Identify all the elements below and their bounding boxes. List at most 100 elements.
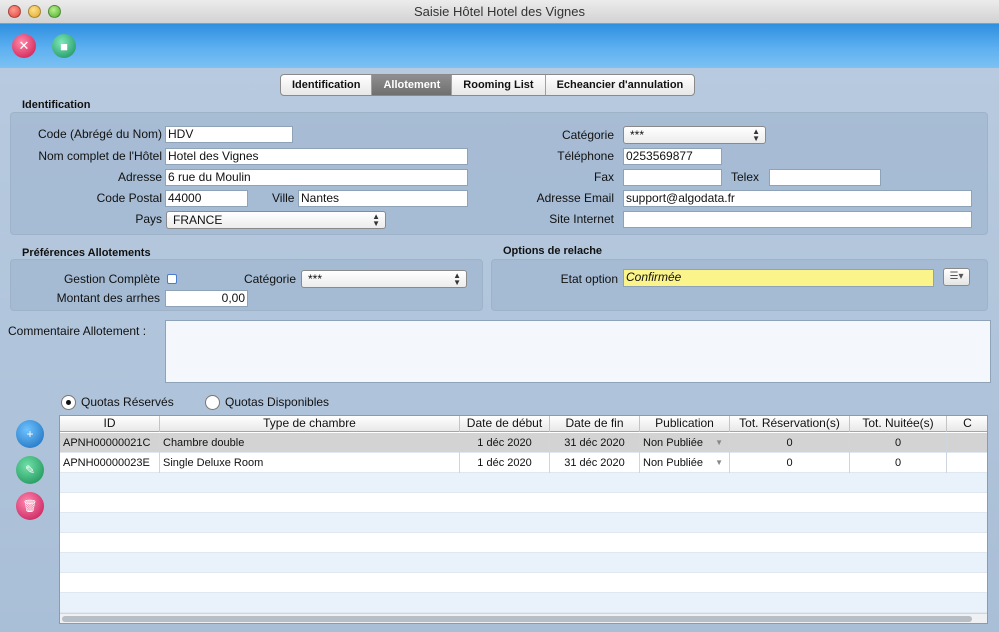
- site-field[interactable]: [623, 211, 972, 228]
- cell-debut: 1 déc 2020: [460, 433, 550, 453]
- fax-label: Fax: [593, 170, 614, 184]
- hotel-entry-window: Saisie Hôtel Hotel des Vignes ✕ ■ Identi…: [0, 0, 999, 632]
- edit-quota-button[interactable]: ✎: [16, 456, 44, 484]
- save-button[interactable]: ■: [52, 34, 76, 58]
- horizontal-scrollbar[interactable]: [60, 613, 987, 623]
- scrollbar-thumb[interactable]: [62, 616, 972, 622]
- ville-field[interactable]: Nantes: [298, 190, 468, 207]
- identification-title: Identification: [22, 99, 91, 111]
- col-type[interactable]: Type de chambre: [160, 416, 460, 432]
- col-publication[interactable]: Publication: [640, 416, 730, 432]
- quotas-disponibles-radio[interactable]: [205, 395, 220, 410]
- delete-quota-button[interactable]: 🗑: [16, 492, 44, 520]
- code-label: Code (Abrégé du Nom): [37, 127, 162, 141]
- cell-debut: 1 déc 2020: [460, 453, 550, 473]
- etat-label: Etat option: [560, 272, 618, 286]
- tab-bar: Identification Allotement Rooming List E…: [280, 74, 696, 96]
- col-id[interactable]: ID: [60, 416, 160, 432]
- tab-allotement[interactable]: Allotement: [372, 75, 453, 95]
- commentaire-textarea[interactable]: [165, 320, 991, 383]
- cell-c: [947, 453, 987, 473]
- commentaire-label: Commentaire Allotement :: [8, 324, 147, 338]
- cell-c: [947, 433, 987, 453]
- close-doc-icon: ✕: [18, 38, 30, 53]
- window-zoom-button[interactable]: [48, 5, 61, 18]
- etat-menu-button[interactable]: ☰▾: [943, 268, 970, 286]
- cell-type: Single Deluxe Room: [160, 453, 460, 473]
- pays-value: FRANCE: [173, 213, 223, 227]
- col-nuitees[interactable]: Tot. Nuitée(s): [850, 416, 947, 432]
- quotas-reserves-radio[interactable]: [61, 395, 76, 410]
- window-title: Saisie Hôtel Hotel des Vignes: [413, 4, 586, 19]
- col-fin[interactable]: Date de fin: [550, 416, 640, 432]
- cell-publication[interactable]: Non Publiée ▼: [640, 433, 730, 453]
- table-row[interactable]: APNH00000023E Single Deluxe Room 1 déc 2…: [60, 453, 987, 473]
- col-debut[interactable]: Date de début: [460, 416, 550, 432]
- telephone-field[interactable]: 0253569877: [623, 148, 722, 165]
- chevron-updown-icon: ▲ ▼: [372, 212, 380, 228]
- telephone-label: Téléphone: [557, 149, 614, 163]
- pays-label: Pays: [135, 212, 162, 226]
- adresse-field[interactable]: 6 rue du Moulin: [165, 169, 468, 186]
- montant-label: Montant des arrhes: [56, 291, 160, 305]
- quotas-reserves-label: Quotas Réservés: [81, 395, 174, 409]
- preferences-title: Préférences Allotements: [22, 247, 151, 259]
- pref-categorie-value: ***: [308, 272, 323, 286]
- nom-field[interactable]: Hotel des Vignes: [165, 148, 468, 165]
- options-title: Options de relache: [503, 245, 603, 257]
- add-document-icon: +: [26, 427, 34, 441]
- table-row-empty[interactable]: [60, 573, 987, 593]
- telex-label: Telex: [731, 170, 760, 184]
- close-doc-button[interactable]: ✕: [12, 34, 36, 58]
- ville-label: Ville: [272, 191, 295, 205]
- table-body: APNH00000021C Chambre double 1 déc 2020 …: [60, 433, 987, 613]
- table-header: ID Type de chambre Date de début Date de…: [60, 416, 987, 432]
- categorie-value: ***: [630, 128, 645, 142]
- tab-identification[interactable]: Identification: [281, 75, 373, 95]
- telex-field[interactable]: [769, 169, 881, 186]
- cell-id: APNH00000023E: [60, 453, 160, 473]
- code-field[interactable]: HDV: [165, 126, 293, 143]
- cell-type: Chambre double: [160, 433, 460, 453]
- col-c[interactable]: C: [947, 416, 987, 432]
- email-field[interactable]: support@algodata.fr: [623, 190, 972, 207]
- cell-reservations: 0: [730, 453, 850, 473]
- quotas-disponibles-label: Quotas Disponibles: [225, 395, 330, 409]
- pays-select[interactable]: FRANCE ▲ ▼: [166, 211, 386, 229]
- tab-rooming-list[interactable]: Rooming List: [452, 75, 546, 95]
- adresse-label: Adresse: [117, 170, 162, 184]
- table-row-empty[interactable]: [60, 513, 987, 533]
- cell-id: APNH00000021C: [60, 433, 160, 453]
- pref-categorie-select[interactable]: *** ▲ ▼: [301, 270, 467, 288]
- categorie-select[interactable]: *** ▲ ▼: [623, 126, 766, 144]
- table-row-empty[interactable]: [60, 533, 987, 553]
- quotas-table: ID Type de chambre Date de début Date de…: [59, 415, 988, 624]
- table-row-empty[interactable]: [60, 553, 987, 573]
- table-row-empty[interactable]: [60, 473, 987, 493]
- gestion-label: Gestion Complète: [63, 272, 160, 286]
- fax-field[interactable]: [623, 169, 722, 186]
- cell-nuitees: 0: [850, 453, 947, 473]
- col-reservations[interactable]: Tot. Réservation(s): [730, 416, 850, 432]
- cp-field[interactable]: 44000: [165, 190, 248, 207]
- pref-categorie-label: Catégorie: [243, 272, 296, 286]
- cp-label: Code Postal: [96, 191, 162, 205]
- montant-field[interactable]: 0,00: [165, 290, 248, 307]
- gestion-checkbox[interactable]: [167, 274, 177, 284]
- table-row[interactable]: APNH00000021C Chambre double 1 déc 2020 …: [60, 433, 987, 453]
- window-minimize-button[interactable]: [28, 5, 41, 18]
- cell-fin: 31 déc 2020: [550, 433, 640, 453]
- table-row-empty[interactable]: [60, 493, 987, 513]
- cell-publication[interactable]: Non Publiée ▼: [640, 453, 730, 473]
- add-quota-button[interactable]: +: [16, 420, 44, 448]
- chevron-updown-icon: ▲ ▼: [453, 271, 461, 287]
- chevron-down-icon: ▼: [715, 458, 723, 467]
- table-row-empty[interactable]: [60, 593, 987, 613]
- cell-nuitees: 0: [850, 433, 947, 453]
- tab-echeancier[interactable]: Echeancier d'annulation: [546, 75, 695, 95]
- etat-field[interactable]: Confirmée: [623, 269, 934, 287]
- publication-value: Non Publiée: [643, 457, 703, 469]
- window-close-button[interactable]: [8, 5, 21, 18]
- save-icon: ■: [60, 38, 68, 54]
- edit-document-icon: ✎: [24, 463, 36, 477]
